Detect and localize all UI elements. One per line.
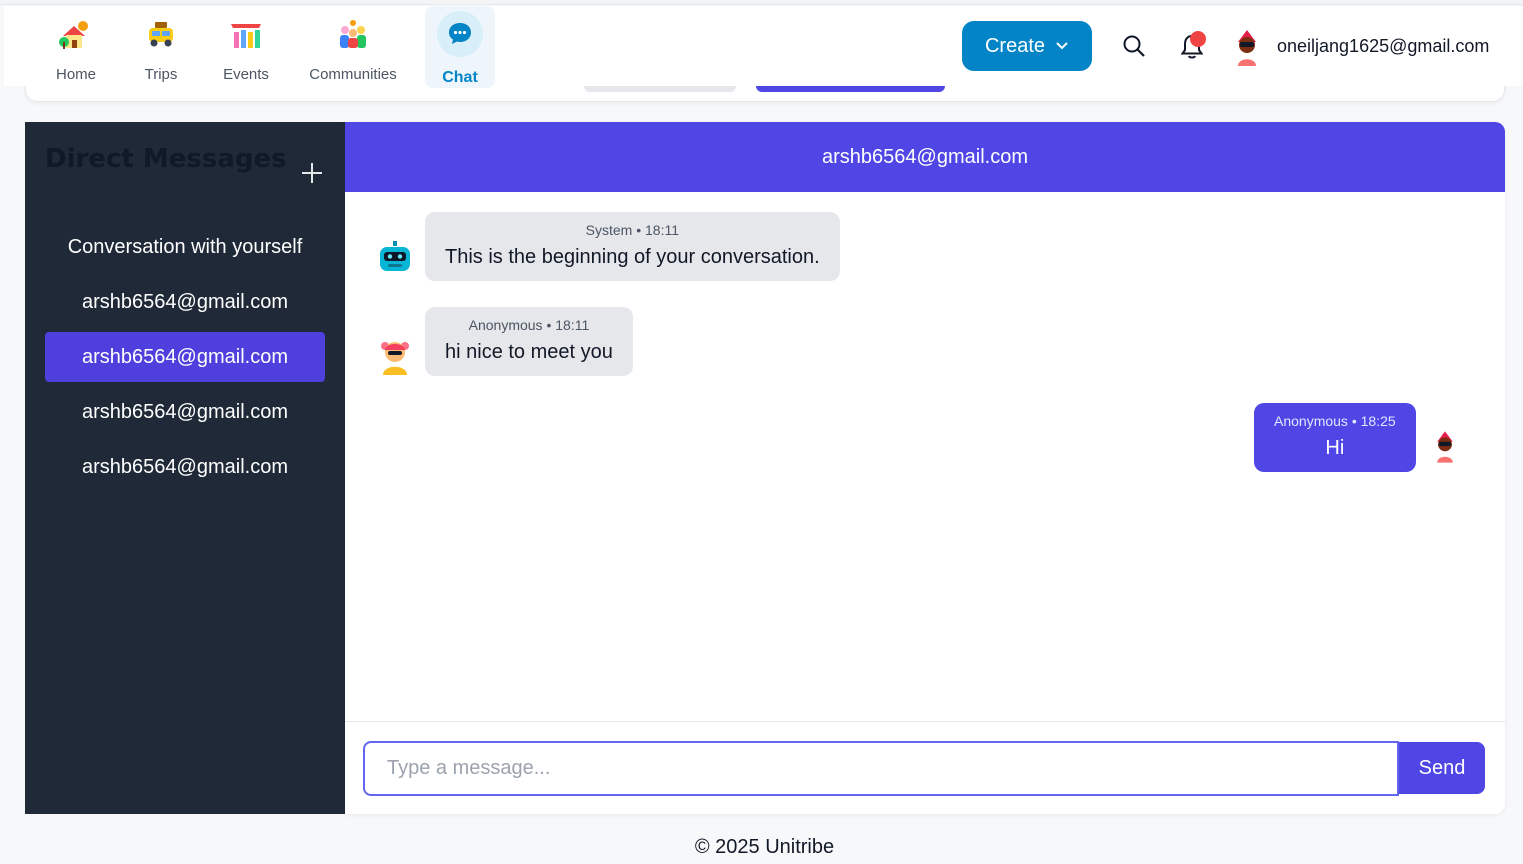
nav-item-events[interactable]: Events [216,6,276,86]
conversation-item[interactable]: arshb6564@gmail.com [45,387,325,437]
conversation-label: arshb6564@gmail.com [82,345,288,368]
search-icon[interactable] [1122,34,1146,58]
robot-avatar-icon [380,240,410,271]
user-avatar-icon [1436,430,1453,463]
nav-item-trips[interactable]: Trips [134,6,188,86]
conversation-label: Conversation with yourself [67,235,303,258]
sidebar-title: Direct Messages [45,144,287,174]
message-composer: Send [345,721,1505,814]
message-meta: System • 18:11 [585,222,680,238]
nav-label-home: Home [55,66,96,83]
girl-avatar-icon [381,341,409,375]
message-row-outgoing: Anonymous • 18:25 Hi [1254,403,1458,472]
nav-label-events: Events [223,66,269,83]
create-button-label: Create [984,34,1046,57]
conversation-item[interactable]: arshb6564@gmail.com [45,277,325,327]
conversation-item-active[interactable]: arshb6564@gmail.com [45,332,325,382]
message-meta: Anonymous • 18:25 [1274,413,1396,429]
nav-item-chat[interactable]: Chat [425,6,495,88]
events-icon [231,24,261,48]
nav-label-communities: Communities [309,66,397,83]
conversation-label: arshb6564@gmail.com [82,455,288,478]
nav-label-trips: Trips [144,66,178,83]
chat-icon [437,11,483,57]
conversation-label: arshb6564@gmail.com [82,290,288,313]
conversation-item[interactable]: arshb6564@gmail.com [45,442,325,492]
chat-header-title: arshb6564@gmail.com [822,145,1028,168]
chat-header: arshb6564@gmail.com [345,122,1505,192]
chevron-down-icon [1056,42,1068,50]
user-email[interactable]: oneiljang1625@gmail.com [1277,36,1489,57]
footer-copyright: © 2025 Unitribe [694,836,835,858]
window-top-edge [0,0,1523,5]
top-navbar: Home Trips Events Communities Chat Creat… [4,6,1523,88]
new-conversation-plus-icon[interactable] [299,160,325,186]
message-bubble: Anonymous • 18:11 hi nice to meet you [425,307,633,376]
message-bubble: System • 18:11 This is the beginning of … [425,212,840,281]
trips-icon [149,22,173,47]
nav-label-chat: Chat [442,69,478,86]
notification-bell-icon[interactable] [1178,30,1210,62]
communities-icon [340,20,366,48]
home-icon [59,21,88,49]
message-row: System • 18:11 This is the beginning of … [377,212,840,281]
message-bubble: Anonymous • 18:25 Hi [1254,403,1416,472]
conversation-label: arshb6564@gmail.com [82,400,288,423]
send-button[interactable]: Send [1399,742,1485,794]
user-avatar-icon[interactable] [1232,28,1262,68]
nav-item-home[interactable]: Home [40,6,112,86]
message-text: hi nice to meet you [445,341,613,363]
message-text: Hi [1325,437,1345,459]
nav-item-communities[interactable]: Communities [304,6,402,86]
message-text: This is the beginning of your conversati… [445,246,820,268]
chat-panel: arshb6564@gmail.com System • 18:11 This … [345,122,1505,814]
message-input[interactable] [363,741,1399,796]
message-meta: Anonymous • 18:11 [468,317,590,333]
conversation-item[interactable]: Conversation with yourself [45,222,325,272]
direct-messages-sidebar: Direct Messages Conversation with yourse… [25,122,345,814]
message-row: Anonymous • 18:11 hi nice to meet you [379,307,633,376]
create-button[interactable]: Create [962,21,1092,71]
